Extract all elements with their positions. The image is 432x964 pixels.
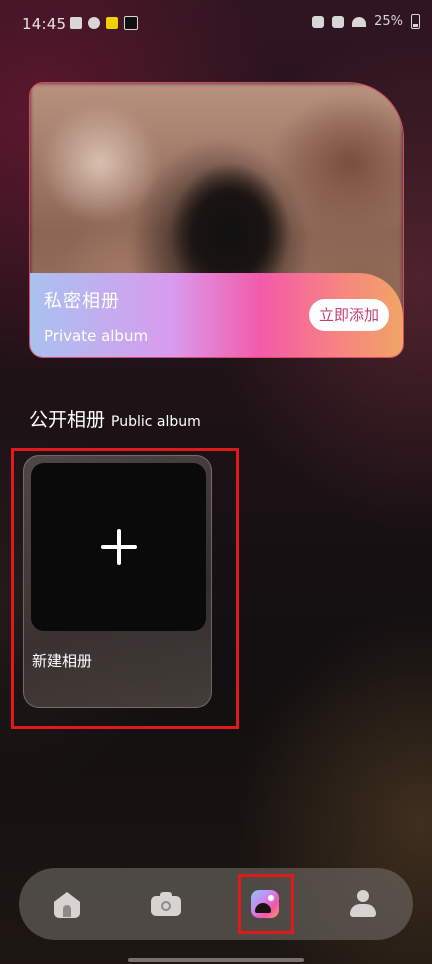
nav-profile[interactable] (327, 868, 399, 940)
bottom-nav (19, 868, 413, 940)
gesture-bar[interactable] (128, 958, 304, 962)
status-time: 14:45 (22, 15, 67, 33)
wifi-icon (352, 16, 367, 27)
system-icons: 25% (312, 14, 420, 29)
profile-icon (349, 890, 377, 918)
notification-icons (70, 16, 138, 30)
public-album-subtitle: Public album (111, 414, 201, 430)
plus-icon (100, 529, 137, 565)
battery-icon (411, 14, 420, 29)
app-notification-icon (88, 17, 100, 29)
nav-album[interactable] (229, 868, 301, 940)
private-album-subtitle: Private album (44, 327, 149, 345)
android-icon (312, 15, 325, 28)
private-album-card[interactable]: 私密相册 Private album 立即添加 (29, 82, 404, 358)
new-album-label: 新建相册 (32, 652, 93, 670)
home-icon (53, 890, 81, 918)
tiktok-notification-icon (124, 16, 138, 30)
nav-camera[interactable] (130, 868, 202, 940)
private-album-banner: 私密相册 Private album 立即添加 (30, 273, 403, 357)
private-album-title: 私密相册 (44, 291, 120, 312)
new-album-thumbnail (31, 463, 206, 631)
vibrate-icon (332, 15, 345, 28)
add-now-button[interactable]: 立即添加 (308, 299, 389, 331)
chat-notification-icon (106, 17, 118, 29)
public-album-title: 公开相册 (29, 409, 106, 431)
public-album-heading: 公开相册 Public album (29, 405, 201, 432)
battery-percentage: 25% (374, 14, 403, 29)
status-bar: 14:45 25% (0, 0, 432, 50)
nav-home[interactable] (31, 868, 103, 940)
album-icon (251, 890, 279, 918)
camera-icon (151, 892, 181, 916)
new-album-card[interactable]: 新建相册 (23, 455, 212, 708)
gallery-notification-icon (70, 17, 82, 29)
